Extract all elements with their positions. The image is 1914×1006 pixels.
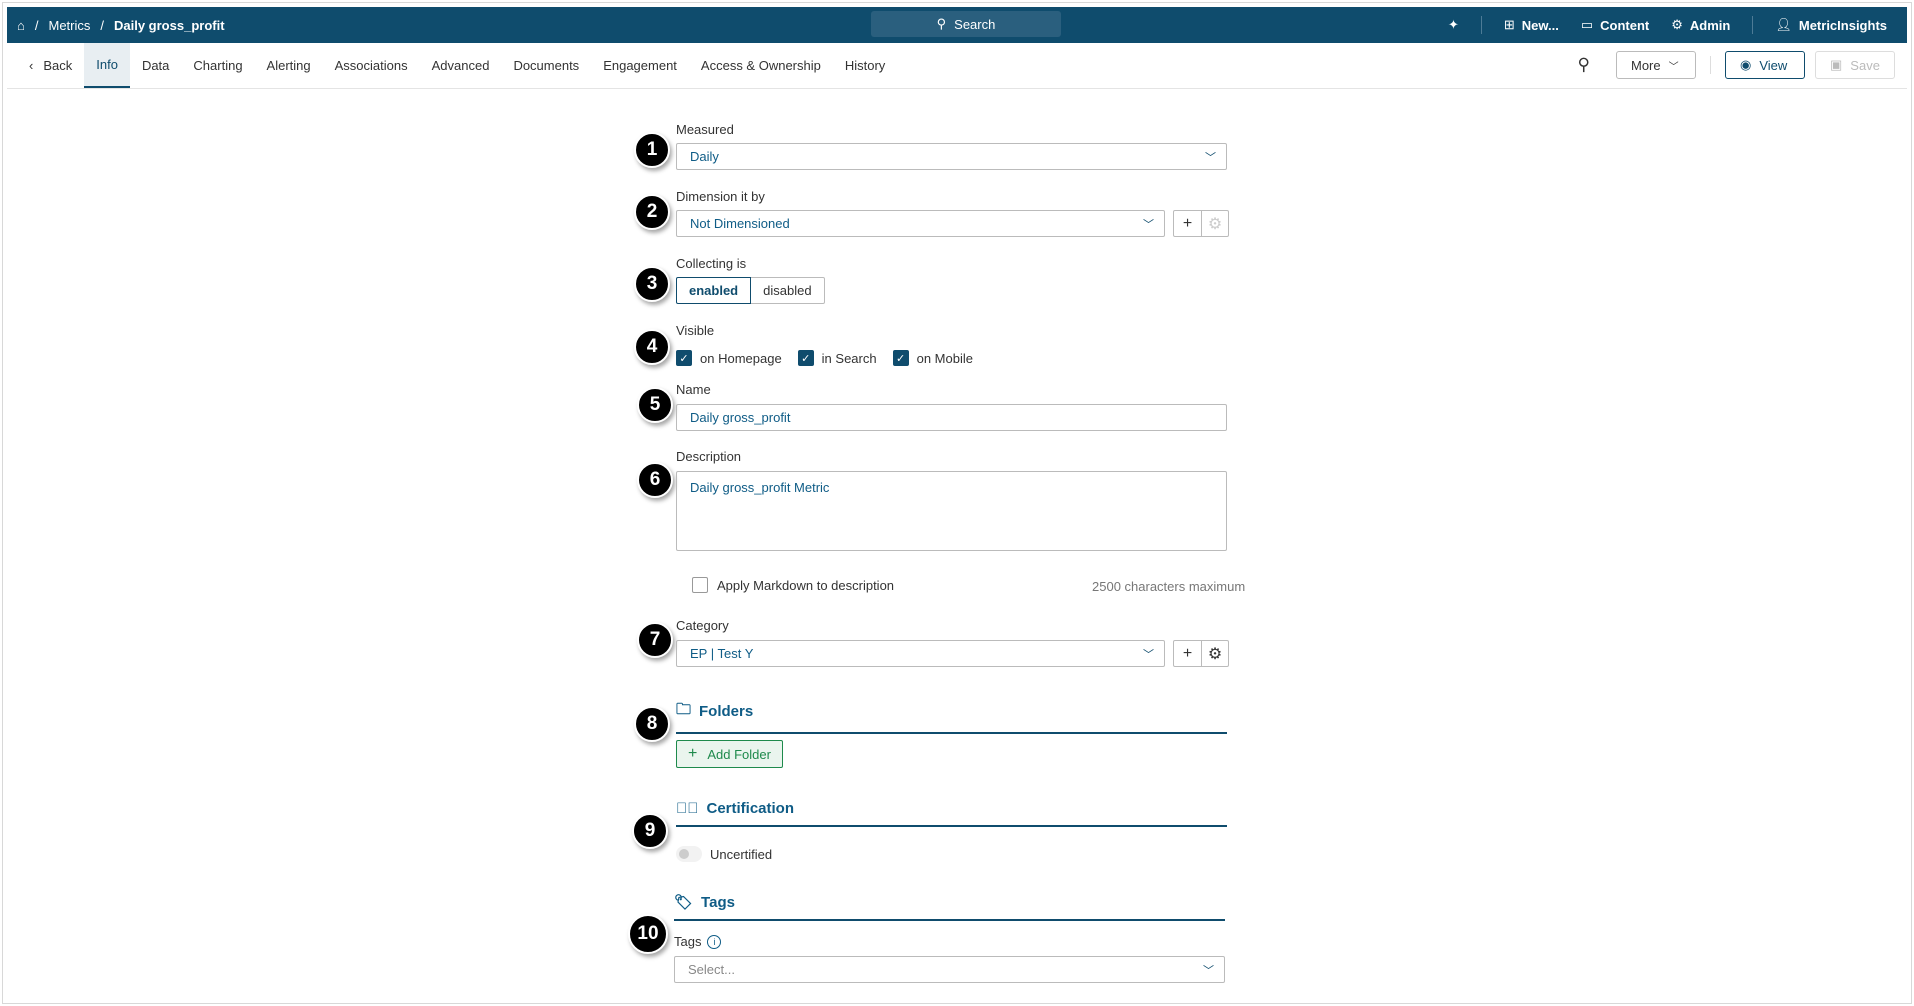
tab-alerting[interactable]: Alerting <box>255 43 323 88</box>
tab-associations[interactable]: Associations <box>323 43 420 88</box>
certification-toggle[interactable]: Uncertified <box>676 846 772 862</box>
step-marker: 2 <box>634 194 670 230</box>
mobile-checkbox[interactable]: ✓ on Mobile <box>892 350 973 366</box>
chevron-down-icon: ﹀ <box>1668 61 1679 73</box>
tab-charting[interactable]: Charting <box>181 43 254 88</box>
measured-select[interactable]: Daily ﹀ <box>676 143 1227 170</box>
tags-label: Tags i <box>674 934 722 949</box>
category-actions: + ⚙ <box>1173 640 1229 667</box>
step-marker: 6 <box>637 462 673 498</box>
step-marker: 4 <box>634 329 670 365</box>
add-category-button[interactable]: + <box>1174 641 1201 666</box>
tab-history[interactable]: History <box>833 43 897 88</box>
divider <box>1710 56 1711 74</box>
tab-advanced[interactable]: Advanced <box>420 43 502 88</box>
chevron-down-icon: ﹀ <box>1143 219 1154 231</box>
plus-square-icon: ⊞ <box>1503 17 1515 32</box>
folder-icon: ▭ <box>1580 17 1594 32</box>
checkbox-unchecked-icon <box>692 577 708 593</box>
breadcrumb: ⌂ / Metrics / Daily gross_profit <box>17 17 225 33</box>
home-icon[interactable]: ⌂ <box>17 18 25 33</box>
add-dimension-button[interactable]: + <box>1174 211 1201 236</box>
ai-assistant-icon[interactable]: ✦ <box>1448 17 1459 33</box>
visible-label: Visible <box>676 323 715 338</box>
search-icon[interactable]: ⚲ <box>1578 55 1590 75</box>
description-label: Description <box>676 449 742 464</box>
dimension-select[interactable]: Not Dimensioned ﹀ <box>676 210 1165 237</box>
tags-select[interactable]: Select... ﹀ <box>674 956 1225 983</box>
collecting-toggle-group: enabled disabled <box>676 277 825 304</box>
info-icon[interactable]: i <box>707 934 722 949</box>
step-marker: 9 <box>632 813 668 849</box>
view-button[interactable]: ◉ View <box>1725 51 1805 79</box>
back-button[interactable]: ‹ Back <box>7 43 84 88</box>
divider <box>1752 16 1754 34</box>
description-textarea[interactable]: Daily gross_profit Metric <box>676 471 1227 551</box>
checkbox-checked-icon: ✓ <box>797 350 814 366</box>
search-label: Search <box>954 16 996 32</box>
chevron-down-icon: ﹀ <box>1205 152 1216 164</box>
chevron-left-icon: ‹ <box>29 58 34 73</box>
breadcrumb-current: Daily gross_profit <box>114 17 225 33</box>
chevron-down-icon: ﹀ <box>1143 649 1154 661</box>
gear-icon: ⚙ <box>1671 17 1683 32</box>
user-menu[interactable]: 👤︎ MetricInsights <box>1775 17 1887 33</box>
dimension-label: Dimension it by <box>676 189 765 204</box>
collecting-enabled-button[interactable]: enabled <box>676 277 752 304</box>
category-settings-gear-icon[interactable]: ⚙ <box>1201 641 1228 666</box>
toggle-switch[interactable] <box>676 846 702 862</box>
check-badge-icon: ✓⃝ <box>676 800 699 817</box>
tag-icon: 🏷︎ <box>674 894 694 911</box>
char-limit-hint: 2500 characters maximum <box>1092 579 1246 594</box>
step-marker: 8 <box>634 706 670 742</box>
checkbox-checked-icon: ✓ <box>892 350 909 366</box>
category-select[interactable]: EP | Test Y ﹀ <box>676 640 1165 667</box>
step-marker: 10 <box>628 914 668 954</box>
new-button[interactable]: ⊞ New... <box>1504 17 1559 33</box>
tab-info[interactable]: Info <box>84 43 130 88</box>
step-marker: 7 <box>637 622 673 658</box>
folder-icon: 🗀︎ <box>676 701 692 718</box>
homepage-checkbox[interactable]: ✓ on Homepage <box>676 350 782 366</box>
search-icon: ⚲ <box>936 16 947 31</box>
name-label: Name <box>676 382 711 397</box>
measured-label: Measured <box>676 122 734 137</box>
tab-documents[interactable]: Documents <box>501 43 591 88</box>
divider <box>1480 16 1482 34</box>
breadcrumb-metrics[interactable]: Metrics <box>48 18 90 33</box>
global-search[interactable]: ⚲ Search <box>871 11 1061 37</box>
top-bar: ⌂ / Metrics / Daily gross_profit ⚲ Search ✦… <box>7 7 1907 43</box>
add-folder-button[interactable]: + Add Folder <box>676 740 783 768</box>
certification-section-header: ✓⃝ Certification <box>676 800 1227 827</box>
step-marker: 1 <box>634 132 670 168</box>
dimension-settings-gear-icon[interactable]: ⚙ <box>1201 211 1228 236</box>
user-icon: 👤︎ <box>1775 17 1792 32</box>
more-button[interactable]: More ﹀ <box>1616 51 1696 79</box>
tags-section-header: 🏷︎ Tags <box>674 893 1225 921</box>
collecting-disabled-button[interactable]: disabled <box>751 277 825 304</box>
name-input[interactable]: Daily gross_profit <box>676 404 1227 431</box>
category-label: Category <box>676 618 729 633</box>
step-marker: 3 <box>634 266 670 302</box>
eye-icon: ◉ <box>1740 57 1752 72</box>
folders-section-header: 🗀︎ Folders <box>676 699 1227 734</box>
checkbox-checked-icon: ✓ <box>676 350 692 366</box>
visible-options: ✓ on Homepage ✓ in Search ✓ on Mobile <box>676 350 973 366</box>
search-checkbox[interactable]: ✓ in Search <box>797 350 877 366</box>
admin-button[interactable]: ⚙ Admin <box>1671 17 1730 33</box>
collecting-label: Collecting is <box>676 256 747 271</box>
step-marker: 5 <box>637 387 673 423</box>
dimension-actions: + ⚙ <box>1173 210 1229 237</box>
markdown-checkbox[interactable]: Apply Markdown to description <box>692 577 894 593</box>
tab-access-ownership[interactable]: Access & Ownership <box>689 43 833 88</box>
plus-icon: + <box>688 745 698 762</box>
content-button[interactable]: ▭ Content <box>1581 17 1649 33</box>
save-button[interactable]: ▣ Save <box>1815 51 1895 79</box>
chevron-down-icon: ﹀ <box>1203 965 1214 977</box>
tab-bar: ‹ Back Info Data Charting Alerting Associ… <box>7 43 1907 89</box>
save-icon: ▣ <box>1830 57 1843 72</box>
tab-data[interactable]: Data <box>130 43 181 88</box>
tab-engagement[interactable]: Engagement <box>591 43 689 88</box>
